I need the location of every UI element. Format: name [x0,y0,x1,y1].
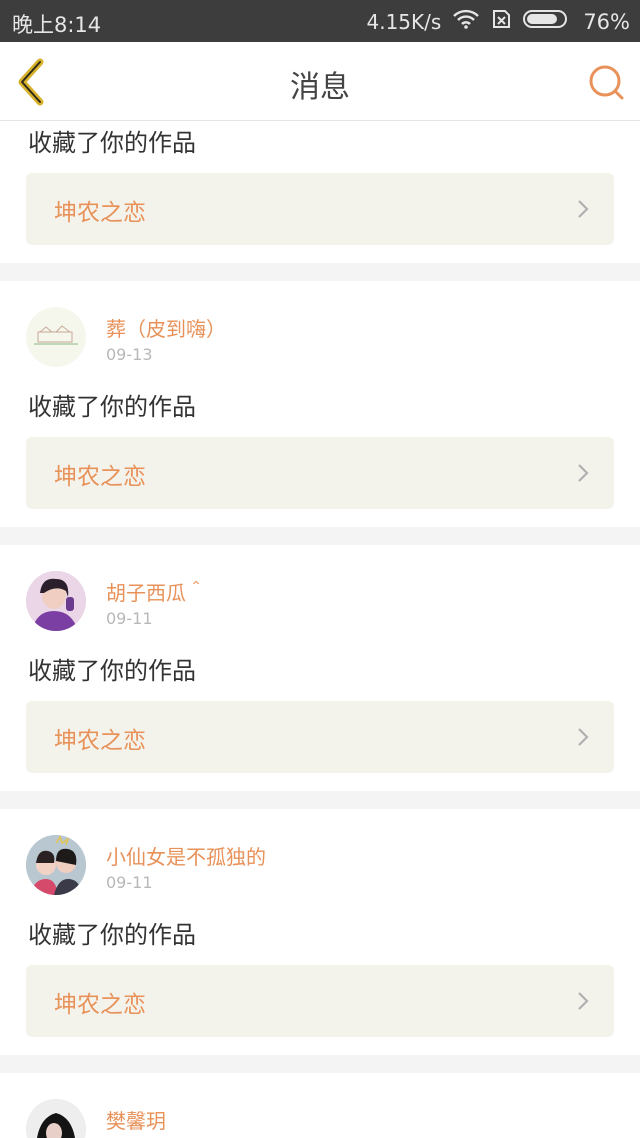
work-title: 坤农之恋 [54,200,146,226]
work-link[interactable]: 坤农之恋 [26,965,614,1037]
work-title: 坤农之恋 [54,728,146,754]
status-time: 晚上8:14 [12,13,102,37]
top-nav-bar: 消息 [0,42,640,121]
message-date: 09-11 [106,609,153,628]
chevron-right-icon [578,992,589,1010]
avatar[interactable] [26,571,86,631]
message-card: 葬（皮到嗨） 09-13 收藏了你的作品 坤农之恋 [0,281,640,527]
avatar[interactable] [26,835,86,895]
work-title: 坤农之恋 [54,992,146,1018]
chevron-right-icon [578,728,589,746]
status-right-group: 4.15K/s 76% [367,9,631,34]
no-sim-icon [491,9,511,34]
message-date: 09-11 [106,873,153,892]
message-action-text: 收藏了你的作品 [28,393,196,421]
work-link[interactable]: 坤农之恋 [26,437,614,509]
battery-percent: 76% [583,9,630,34]
message-card: 樊馨玥 [0,1073,640,1138]
work-link[interactable]: 坤农之恋 [26,173,614,245]
status-bar: 晚上8:14 4.15K/s 76% [0,0,640,42]
network-speed: 4.15K/s [366,9,442,34]
avatar[interactable] [26,307,86,367]
avatar[interactable] [26,1099,86,1138]
message-list: 收藏了你的作品 坤农之恋 葬（皮到嗨） 09-13 收藏了你的作品 坤农之恋 胡… [0,121,640,1138]
message-action-text: 收藏了你的作品 [28,921,196,949]
battery-icon [523,9,571,34]
message-action-text: 收藏了你的作品 [28,129,196,157]
message-card: 小仙女是不孤独的 09-11 收藏了你的作品 坤农之恋 [0,809,640,1055]
message-card: 收藏了你的作品 坤农之恋 [0,121,640,263]
page-title: 消息 [290,70,350,105]
search-button[interactable] [586,62,626,102]
wifi-icon [453,9,480,34]
search-icon [589,65,624,100]
chevron-right-icon [578,464,589,482]
work-link[interactable]: 坤农之恋 [26,701,614,773]
username[interactable]: 小仙女是不孤独的 [106,841,266,870]
message-action-text: 收藏了你的作品 [28,657,196,685]
message-date: 09-13 [106,345,153,364]
username[interactable]: 葬（皮到嗨） [106,313,226,342]
message-card: 胡子西瓜＾ 09-11 收藏了你的作品 坤农之恋 [0,545,640,791]
work-title: 坤农之恋 [54,464,146,490]
username[interactable]: 胡子西瓜＾ [106,577,206,606]
username[interactable]: 樊馨玥 [106,1105,166,1134]
chevron-right-icon [578,200,589,218]
